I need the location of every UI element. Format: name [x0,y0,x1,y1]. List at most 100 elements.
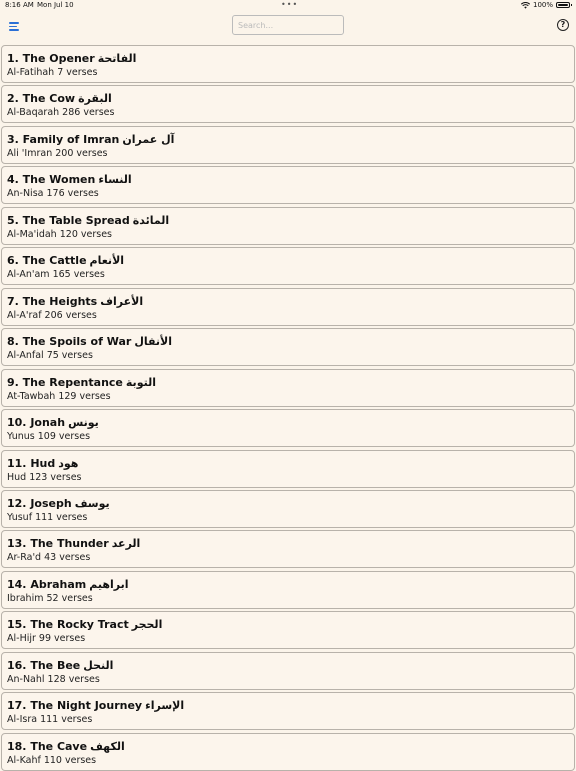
surah-english-name: 7. The Heights [7,294,98,308]
battery-icon [556,2,572,8]
surah-title: 16. The Bee النحل [7,659,113,672]
surah-english-name: 17. The Night Journey [7,699,143,713]
surah-arabic-name: هود [58,456,79,470]
surah-subtitle: An-Nisa 176 verses [7,188,99,200]
surah-title: 12. Joseph يوسف [7,497,110,510]
surah-list-item[interactable]: 3. Family of Imran آل عمران Ali 'Imran 200… [1,125,575,164]
surah-subtitle: Al-Ma'idah 120 verses [7,228,112,240]
surah-list-item[interactable]: 13. The Thunder الرعد Ar-Ra'd 43 verses [1,530,575,569]
surah-english-name: 16. The Bee [7,658,81,672]
wifi-icon [520,1,530,9]
surah-title: 2. The Cow البقرة [7,92,112,105]
surah-list-item[interactable]: 14. Abraham ابراهيم Ibrahim 52 verses [1,570,575,609]
surah-list-item[interactable]: 12. Joseph يوسف Yusuf 111 verses [1,489,575,528]
surah-list-item[interactable]: 7. The Heights الأعراف Al-A'raf 206 verses [1,287,575,326]
surah-list-item[interactable]: 15. The Rocky Tract الحجر Al-Hijr 99 verse… [1,611,575,650]
surah-title: 10. Jonah يونس [7,416,99,429]
surah-subtitle: Ali 'Imran 200 verses [7,147,108,159]
surah-subtitle: Al-Hijr 99 verses [7,633,86,645]
surah-title: 18. The Cave الكهف [7,740,125,753]
surah-arabic-name: يوسف [74,496,110,510]
surah-title: 13. The Thunder الرعد [7,537,140,550]
search-input[interactable] [232,15,344,35]
surah-arabic-name: الأنفال [134,335,173,349]
surah-title: 5. The Table Spread المائدة [7,214,169,227]
toolbar: ? [0,12,576,42]
surah-subtitle: Yunus 109 verses [7,431,91,443]
surah-subtitle: Al-Baqarah 286 verses [7,107,115,119]
multitasking-dots-icon[interactable]: ••• [281,0,298,9]
surah-subtitle: At-Tawbah 129 verses [7,390,111,402]
surah-list-item[interactable]: 8. The Spoils of War الأنفال Al-Anfal 75 v… [1,328,575,367]
surah-list-item[interactable]: 1. The Opener الفاتحة Al-Fatihah 7 verses [1,45,575,83]
surah-list-item[interactable]: 11. Hud هود Hud 123 verses [1,449,575,488]
surah-english-name: 14. Abraham [7,577,87,591]
help-icon[interactable]: ? [557,19,569,31]
surah-arabic-name: البقرة [78,92,112,106]
surah-title: 7. The Heights الأعراف [7,295,143,308]
surah-english-name: 18. The Cave [7,739,88,753]
surah-english-name: 4. The Women [7,173,96,187]
surah-title: 9. The Repentance التوبة [7,376,156,389]
surah-list-item[interactable]: 16. The Bee النحل An-Nahl 128 verses [1,651,575,690]
surah-english-name: 13. The Thunder [7,537,109,551]
surah-title: 8. The Spoils of War الأنفال [7,335,172,348]
surah-arabic-name: المائدة [132,213,170,227]
surah-arabic-name: آل عمران [122,132,175,146]
surah-list-item[interactable]: 4. The Women النساء An-Nisa 176 verses [1,166,575,205]
surah-title: 4. The Women النساء [7,173,132,186]
surah-arabic-name: الحجر [131,618,163,632]
surah-subtitle: Al-A'raf 206 verses [7,309,97,321]
surah-subtitle: Al-Kahf 110 verses [7,754,97,766]
surah-subtitle: Al-Anfal 75 verses [7,350,93,362]
surah-arabic-name: الكهف [90,739,125,753]
surah-subtitle: An-Nahl 128 verses [7,673,100,685]
surah-english-name: 15. The Rocky Tract [7,618,129,632]
surah-list-item[interactable]: 9. The Repentance التوبة At-Tawbah 129 ver… [1,368,575,407]
surah-english-name: 9. The Repentance [7,375,123,389]
surah-english-name: 11. Hud [7,456,56,470]
surah-arabic-name: ابراهيم [89,577,129,591]
battery-percent: 100% [532,1,553,9]
surah-arabic-name: الفاتحة [97,52,137,65]
surah-title: 1. The Opener الفاتحة [7,52,136,65]
status-right: 100% [520,1,572,9]
surah-arabic-name: الأعراف [100,294,144,308]
status-bar: 8:16 AM Mon Jul 10 ••• 100% [0,0,576,12]
surah-english-name: 6. The Cattle [7,254,87,268]
surah-arabic-name: النحل [83,658,114,672]
surah-arabic-name: الأنعام [89,254,125,268]
surah-title: 3. Family of Imran آل عمران [7,133,174,146]
surah-arabic-name: الرعد [111,537,141,551]
menu-icon[interactable] [9,20,21,32]
surah-list-item[interactable]: 6. The Cattle الأنعام Al-An'am 165 verses [1,247,575,286]
surah-arabic-name: يونس [68,416,99,430]
surah-english-name: 1. The Opener [7,52,95,65]
surah-subtitle: Hud 123 verses [7,471,82,483]
surah-arabic-name: الإسراء [145,699,185,713]
surah-arabic-name: التوبة [125,375,156,389]
status-date: Mon Jul 10 [37,1,74,9]
surah-title: 17. The Night Journey الإسراء [7,699,184,712]
surah-list-item[interactable]: 18. The Cave الكهف Al-Kahf 110 verses [1,732,575,771]
status-time: 8:16 AM [5,1,34,9]
surah-title: 11. Hud هود [7,457,78,470]
surah-list-item[interactable]: 17. The Night Journey الإسراء Al-Isra 111 … [1,692,575,731]
surah-subtitle: Yusuf 111 verses [7,511,88,523]
surah-subtitle: Al-An'am 165 verses [7,269,105,281]
surah-english-name: 5. The Table Spread [7,213,130,227]
surah-title: 15. The Rocky Tract الحجر [7,618,162,631]
surah-arabic-name: النساء [98,173,132,187]
surah-english-name: 10. Jonah [7,416,66,430]
surah-list-item[interactable]: 2. The Cow البقرة Al-Baqarah 286 verses [1,85,575,124]
surah-title: 6. The Cattle الأنعام [7,254,124,267]
surah-subtitle: Al-Fatihah 7 verses [7,67,98,78]
surah-list-item[interactable]: 10. Jonah يونس Yunus 109 verses [1,409,575,448]
surah-subtitle: Al-Isra 111 verses [7,714,93,726]
surah-english-name: 8. The Spoils of War [7,335,132,349]
surah-english-name: 3. Family of Imran [7,132,120,146]
surah-subtitle: Ar-Ra'd 43 verses [7,552,91,564]
surah-subtitle: Ibrahim 52 verses [7,592,93,604]
surah-list-item[interactable]: 5. The Table Spread المائدة Al-Ma'idah 120… [1,206,575,245]
surah-english-name: 12. Joseph [7,496,72,510]
